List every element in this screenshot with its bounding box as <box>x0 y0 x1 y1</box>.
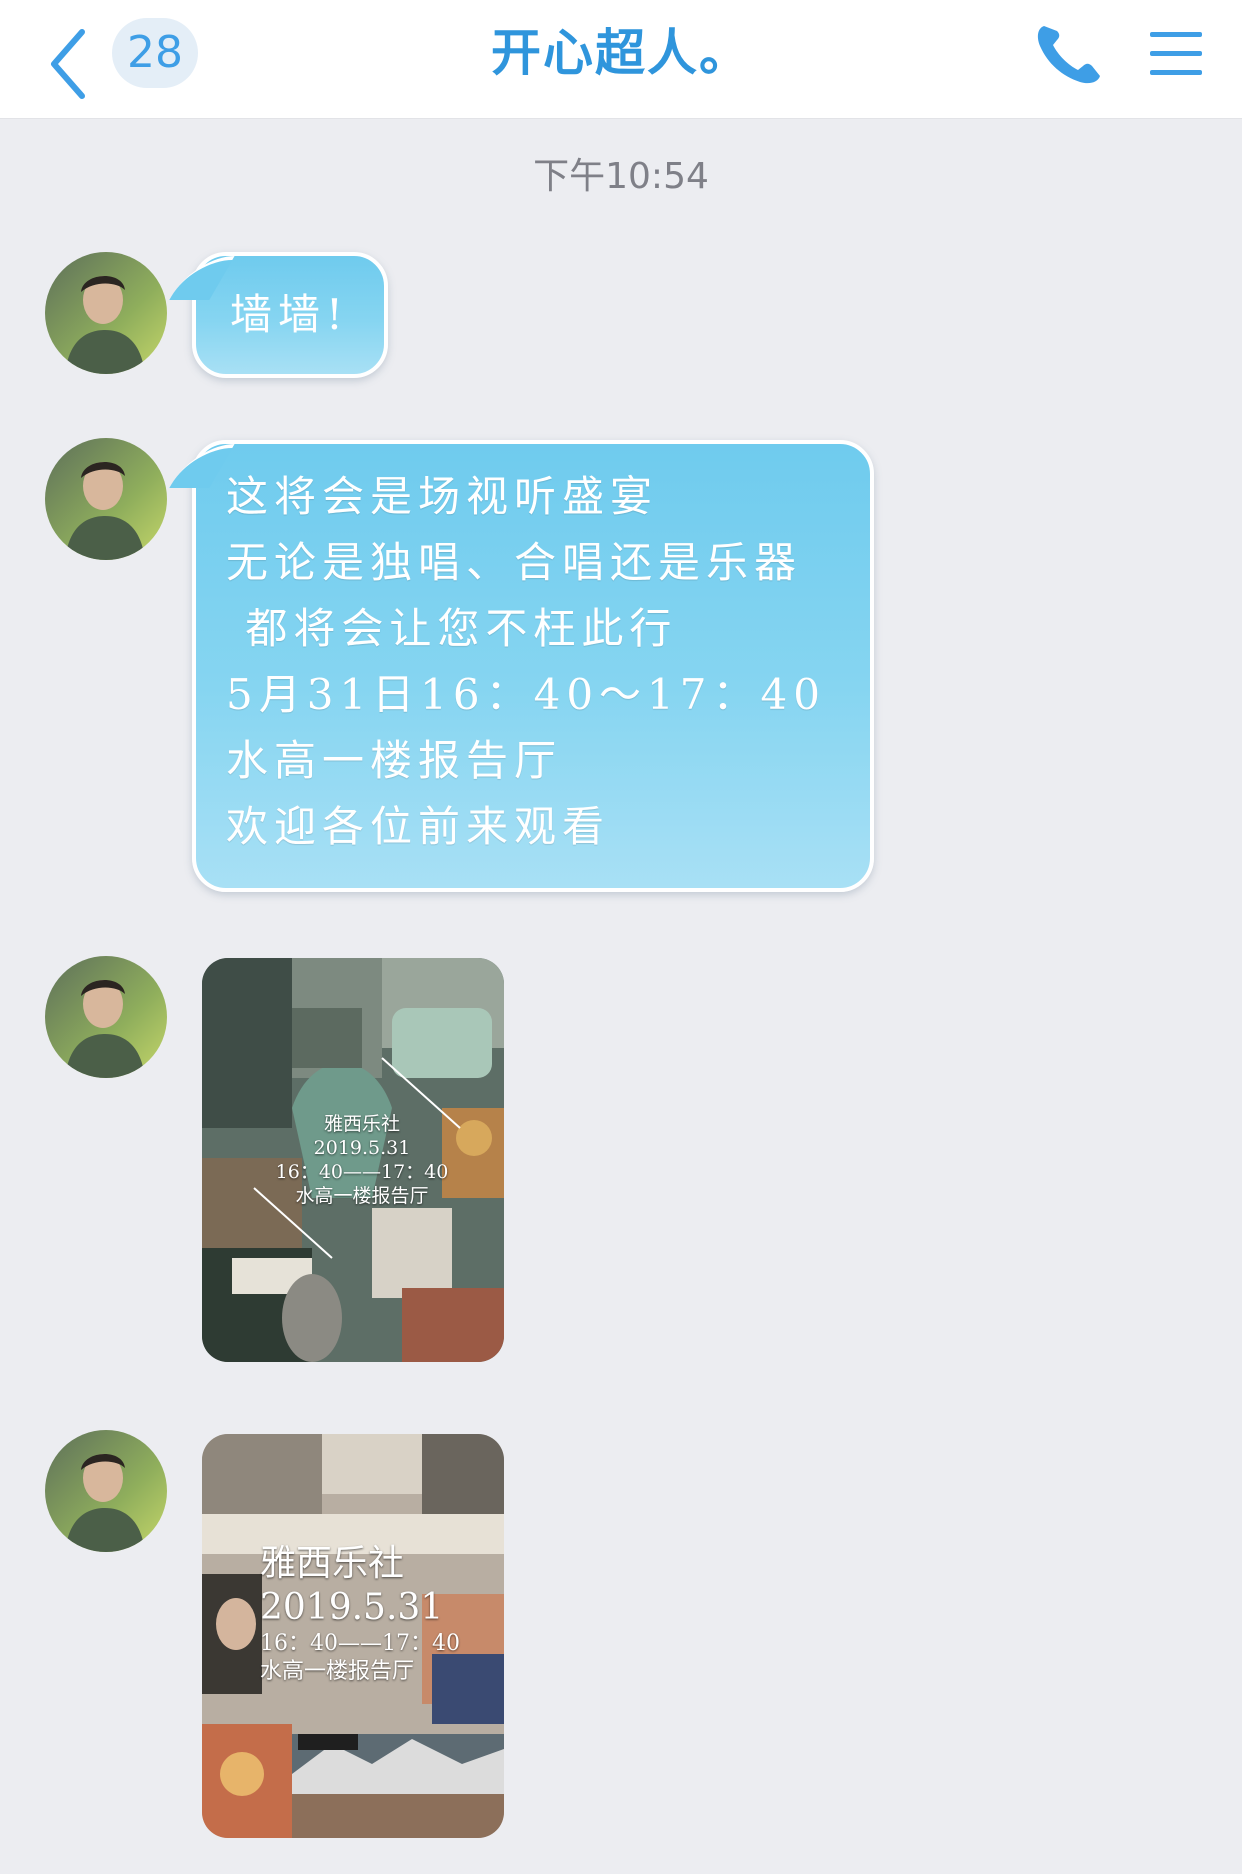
message-line: 这将会是场视听盛宴 <box>226 472 659 521</box>
poster-club-name: 雅西乐社 <box>323 1113 400 1135</box>
hamburger-menu-icon <box>1150 32 1202 75</box>
sender-avatar[interactable] <box>45 1430 167 1552</box>
image-message[interactable]: 雅西乐社 2019.5.31 16：40——17：40 水高一楼报告厅 <box>202 958 504 1362</box>
message-line: 都将会让您不枉此行 <box>226 604 678 653</box>
chevron-left-icon <box>51 29 85 99</box>
message-line: 水高一楼报告厅 <box>226 736 563 785</box>
message-line: 无论是独唱、合唱还是乐器 <box>226 538 803 587</box>
poster-venue: 水高一楼报告厅 <box>295 1185 429 1207</box>
message-line: 5月31日16：40～17：40 <box>226 670 826 719</box>
message-bubble[interactable]: 这将会是场视听盛宴 无论是独唱、合唱还是乐器 都将会让您不枉此行 5月31日16… <box>192 440 874 892</box>
message-text: 墙墙! <box>230 290 349 339</box>
message-bubble[interactable]: 墙墙! <box>192 252 388 378</box>
phone-icon <box>1037 26 1100 84</box>
poster-date: 2019.5.31 <box>313 1137 411 1159</box>
message-timestamp: 下午10:54 <box>533 156 709 197</box>
menu-button[interactable] <box>1144 18 1208 88</box>
sender-avatar[interactable] <box>45 438 167 560</box>
call-button[interactable] <box>1032 18 1106 88</box>
message-line: 欢迎各位前来观看 <box>226 802 611 851</box>
poster-caption: 雅西乐社 2019.5.31 16：40——17：40 水高一楼报告厅 <box>252 1112 472 1208</box>
avatar-image <box>45 438 167 560</box>
poster-venue: 水高一楼报告厅 <box>260 1659 415 1684</box>
poster-date: 2019.5.31 <box>260 1587 444 1628</box>
poster-caption: 雅西乐社 2019.5.31 16：40——17：40 水高一楼报告厅 <box>260 1542 480 1686</box>
unread-count-badge[interactable]: 28 <box>112 18 198 88</box>
avatar-image <box>45 956 167 1078</box>
sender-avatar[interactable] <box>45 252 167 374</box>
poster-time: 16：40——17：40 <box>260 1631 460 1656</box>
avatar-image <box>45 1430 167 1552</box>
sender-avatar[interactable] <box>45 956 167 1078</box>
poster-time: 16：40——17：40 <box>275 1161 449 1183</box>
chat-header: 28 开心超人。 <box>0 0 1242 119</box>
avatar-image <box>45 252 167 374</box>
back-button[interactable] <box>40 18 100 102</box>
image-message[interactable]: 雅西乐社 2019.5.31 16：40——17：40 水高一楼报告厅 <box>202 1434 504 1838</box>
poster-club-name: 雅西乐社 <box>260 1543 405 1584</box>
